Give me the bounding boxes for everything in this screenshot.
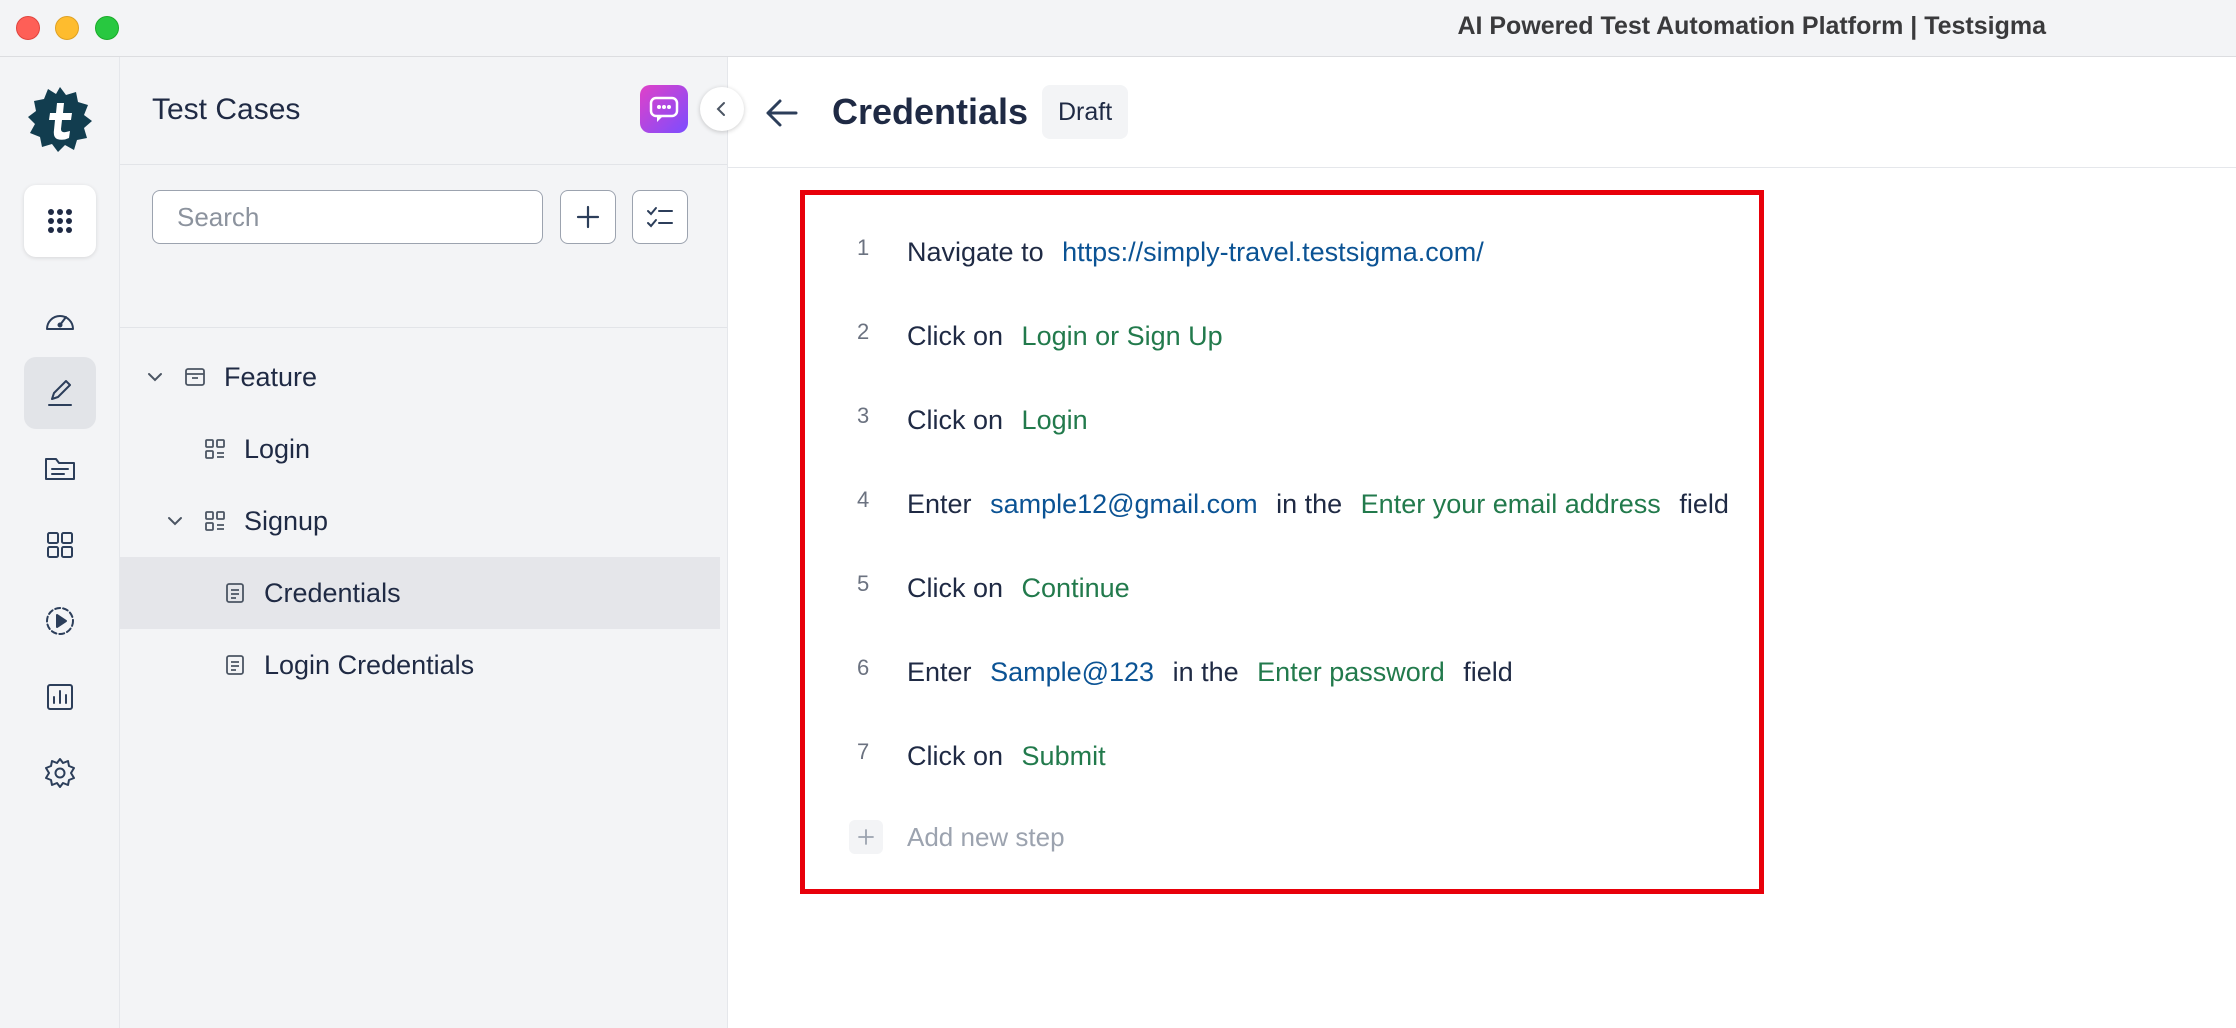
test-step[interactable]: 5 Click on Continue [805, 567, 1759, 607]
settings-button[interactable] [24, 737, 96, 809]
step-text: Enter Sample@123 in the Enter password f… [907, 657, 1524, 688]
chevron-left-icon [716, 102, 725, 116]
step-text: Navigate to https://simply-travel.testsi… [907, 237, 1495, 268]
tree-item-signup[interactable]: Signup [120, 485, 720, 557]
feature-box-icon [182, 364, 208, 390]
step-text: Click on Continue [907, 573, 1141, 604]
elements-button[interactable] [24, 509, 96, 581]
step-element[interactable]: Enter password [1257, 657, 1445, 687]
step-action: Enter [907, 657, 972, 687]
step-text: Enter sample12@gmail.com in the Enter yo… [907, 489, 1740, 520]
test-data-button[interactable] [24, 433, 96, 505]
plus-icon [849, 820, 883, 854]
step-text: Click on Login or Sign Up [907, 321, 1234, 352]
step-suffix: field [1463, 657, 1513, 687]
page-title: Credentials [832, 91, 1029, 132]
add-test-case-button[interactable] [560, 190, 616, 244]
folder-icon [45, 458, 75, 480]
step-test-data[interactable]: sample12@gmail.com [990, 489, 1258, 519]
test-step[interactable]: 3 Click on Login [805, 399, 1759, 439]
dashboard-icon [46, 315, 74, 330]
step-number: 3 [857, 403, 870, 428]
step-action: Navigate to [907, 237, 1044, 267]
test-case-doc-icon [222, 580, 248, 606]
tree-item-label: Login [244, 433, 311, 464]
suite-icon [202, 436, 228, 462]
tree-item-label: Credentials [264, 577, 401, 608]
apps-grid-button[interactable] [24, 185, 96, 257]
test-case-editor: Credentials Draft 1 Navigate to https://… [728, 57, 2236, 1028]
search-toolbar [120, 57, 727, 328]
step-action: Click on [907, 573, 1004, 603]
step-element[interactable]: Login or Sign Up [1022, 321, 1223, 351]
settings-icon [45, 758, 75, 788]
chevron-down-icon[interactable] [144, 366, 166, 388]
step-number: 2 [857, 319, 870, 344]
maximize-window-button[interactable] [95, 16, 119, 40]
step-element[interactable]: Continue [1022, 573, 1130, 603]
test-step[interactable]: 6 Enter Sample@123 in the Enter password… [805, 651, 1759, 691]
step-text: Click on Login [907, 405, 1099, 436]
step-element[interactable]: Login [1022, 405, 1088, 435]
step-number: 4 [857, 487, 870, 512]
test-cases-button[interactable] [24, 357, 96, 429]
window-titlebar: AI Powered Test Automation Platform | Te… [0, 0, 2236, 57]
window-title: AI Powered Test Automation Platform | Te… [1457, 12, 2046, 40]
step-connector: in the [1172, 657, 1239, 687]
test-case-doc-icon [222, 652, 248, 678]
suite-icon [202, 508, 228, 534]
editor-header: Credentials Draft [728, 57, 2236, 168]
plus-icon [576, 205, 600, 229]
step-action: Enter [907, 489, 972, 519]
step-element[interactable]: Submit [1022, 741, 1106, 771]
test-step[interactable]: 1 Navigate to https://simply-travel.test… [805, 231, 1759, 271]
collapse-panel-button[interactable] [700, 87, 744, 131]
arrow-left-icon [766, 99, 798, 127]
search-input[interactable] [152, 190, 543, 244]
checklist-icon [647, 207, 673, 228]
step-action: Click on [907, 741, 1004, 771]
test-steps-list: 1 Navigate to https://simply-travel.test… [800, 190, 1764, 894]
step-connector: in the [1276, 489, 1343, 519]
test-step[interactable]: 2 Click on Login or Sign Up [805, 315, 1759, 355]
step-number: 5 [857, 571, 870, 596]
add-step-label: Add new step [907, 822, 1065, 852]
dashboard-button[interactable] [24, 285, 96, 357]
tree-item-credentials[interactable]: Credentials [120, 557, 720, 629]
step-number: 1 [857, 235, 870, 260]
minimize-window-button[interactable] [55, 16, 79, 40]
runs-button[interactable] [24, 585, 96, 657]
status-badge: Draft [1042, 85, 1129, 139]
apps-grid-icon [48, 209, 72, 233]
runs-icon [46, 607, 74, 635]
step-text: Click on Submit [907, 741, 1117, 772]
step-test-data[interactable]: https://simply-travel.testsigma.com/ [1062, 237, 1484, 267]
back-button[interactable] [762, 93, 802, 133]
tree-item-login[interactable]: Login [120, 413, 720, 485]
tree-item-login-credentials[interactable]: Login Credentials [120, 629, 720, 701]
icon-rail [0, 57, 120, 1028]
step-number: 6 [857, 655, 870, 680]
elements-icon [47, 532, 73, 558]
step-number: 7 [857, 739, 870, 764]
testsigma-logo-icon[interactable] [24, 83, 96, 155]
reports-icon [47, 684, 73, 710]
step-test-data[interactable]: Sample@123 [990, 657, 1154, 687]
tree-item-feature[interactable]: Feature [120, 341, 720, 413]
reports-button[interactable] [24, 661, 96, 733]
step-action: Click on [907, 405, 1004, 435]
test-step[interactable]: 7 Click on Submit [805, 735, 1759, 775]
chevron-down-icon[interactable] [164, 510, 186, 532]
step-element[interactable]: Enter your email address [1361, 489, 1661, 519]
tree-item-label: Signup [244, 505, 329, 536]
step-suffix: field [1679, 489, 1729, 519]
bulk-select-button[interactable] [632, 190, 688, 244]
close-window-button[interactable] [16, 16, 40, 40]
step-action: Click on [907, 321, 1004, 351]
test-cases-panel: Test Cases Search Feature Login Signup C… [120, 57, 744, 1028]
test-step[interactable]: 4 Enter sample12@gmail.com in the Enter … [805, 483, 1759, 523]
tree-item-label: Login Credentials [264, 649, 475, 680]
tree-item-label: Feature [224, 361, 318, 392]
test-cases-icon [48, 380, 72, 406]
